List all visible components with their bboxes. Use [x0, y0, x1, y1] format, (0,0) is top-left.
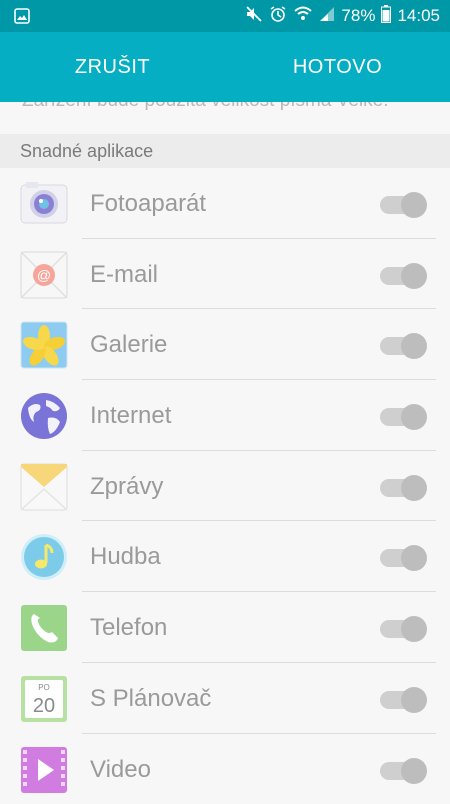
email-icon: @ [20, 251, 68, 299]
calendar-day-text: PO [38, 683, 50, 692]
action-bar: ZRUŠIT HOTOVO [0, 32, 450, 102]
phone-icon [20, 604, 68, 652]
app-label: Video [90, 756, 151, 784]
cancel-button[interactable]: ZRUŠIT [0, 32, 225, 102]
clock: 14:05 [397, 6, 440, 26]
list-item-phone[interactable]: Telefon [0, 592, 450, 663]
svg-text:@: @ [37, 267, 51, 283]
done-button[interactable]: HOTOVO [225, 32, 450, 102]
video-icon [20, 746, 68, 794]
list-item-gallery[interactable]: Galerie [0, 309, 450, 380]
app-label: E-mail [90, 261, 158, 289]
list-item-messages[interactable]: Zprávy [0, 451, 450, 522]
calendar-icon: PO 20 [20, 675, 68, 723]
signal-icon [319, 6, 335, 27]
toggle-switch[interactable] [380, 687, 426, 713]
toggle-switch[interactable] [380, 758, 426, 784]
list-item-planner[interactable]: PO 20 S Plánovač [0, 663, 450, 734]
camera-icon [20, 180, 68, 228]
music-icon [20, 533, 68, 581]
battery-percent: 78% [341, 6, 375, 26]
toggle-switch[interactable] [380, 616, 426, 642]
app-label: Galerie [90, 331, 167, 359]
toggle-switch[interactable] [380, 263, 426, 289]
messages-icon [20, 463, 68, 511]
toggle-switch[interactable] [380, 192, 426, 218]
app-label: Telefon [90, 614, 167, 642]
app-label: Fotoaparát [90, 190, 206, 218]
list-item-camera[interactable]: Fotoaparát [0, 168, 450, 239]
alarm-icon [269, 5, 287, 28]
section-header: Snadné aplikace [0, 134, 450, 168]
app-label: Hudba [90, 543, 161, 571]
mute-icon [245, 5, 263, 28]
toggle-switch[interactable] [380, 475, 426, 501]
list-item-internet[interactable]: Internet [0, 380, 450, 451]
list-item-music[interactable]: Hudba [0, 521, 450, 592]
list-item-video[interactable]: Video [0, 734, 450, 804]
description-text-partial: Zařízení bude použita velikost písma Vel… [0, 102, 450, 124]
list-item-email[interactable]: @ E-mail [0, 239, 450, 310]
app-list: Fotoaparát @ E-mail [0, 168, 450, 804]
internet-icon [20, 392, 68, 440]
battery-icon [381, 5, 391, 28]
status-bar: 78% 14:05 [0, 0, 450, 32]
app-label: S Plánovač [90, 685, 211, 713]
wifi-icon [293, 5, 313, 28]
toggle-switch[interactable] [380, 333, 426, 359]
toggle-switch[interactable] [380, 404, 426, 430]
image-notification-icon [14, 8, 30, 29]
toggle-switch[interactable] [380, 545, 426, 571]
app-label: Zprávy [90, 473, 163, 501]
calendar-date-text: 20 [33, 695, 55, 717]
app-label: Internet [90, 402, 171, 430]
gallery-icon [20, 321, 68, 369]
description-text: Zařízení bude použita velikost písma Vel… [22, 102, 388, 112]
